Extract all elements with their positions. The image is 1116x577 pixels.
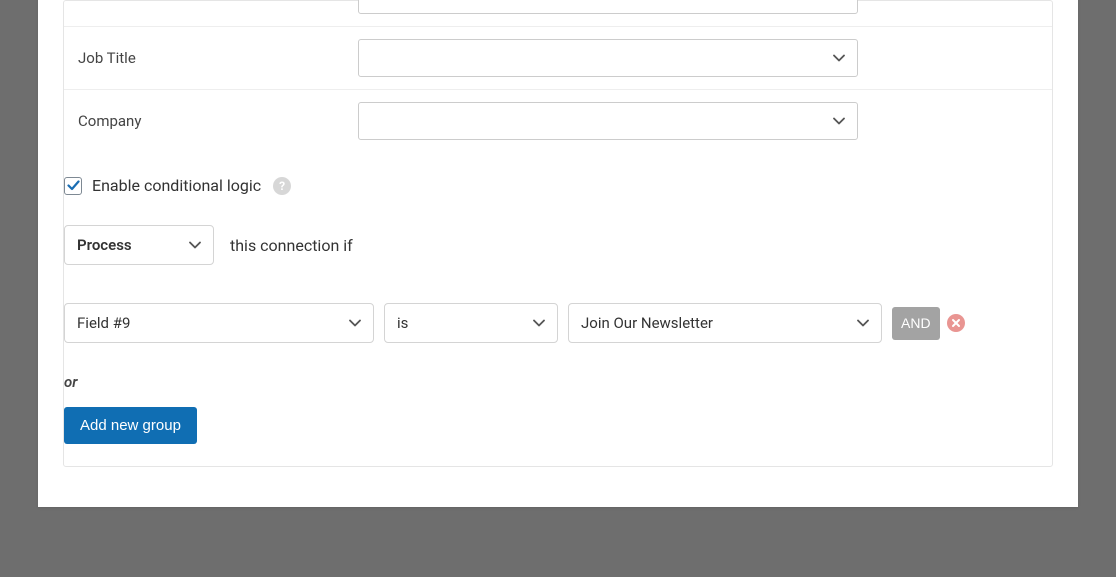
field-row-company: Company <box>64 90 1052 152</box>
rule-field-select[interactable]: Field #9 <box>64 303 374 343</box>
chevron-down-icon <box>833 117 845 125</box>
rule-value-text: Join Our Newsletter <box>581 314 713 332</box>
chevron-down-icon <box>833 54 845 62</box>
field-mapping-table: Website Address Job Title <box>64 0 1052 152</box>
field-label-address: Address <box>78 0 358 4</box>
field-select-address[interactable] <box>358 0 858 14</box>
chevron-down-icon <box>857 319 869 327</box>
field-select-company[interactable] <box>358 102 858 140</box>
chevron-down-icon <box>189 241 201 249</box>
rule-value-select[interactable]: Join Our Newsletter <box>568 303 882 343</box>
add-group-button[interactable]: Add new group <box>64 407 197 444</box>
chevron-down-icon <box>349 319 361 327</box>
field-row-jobtitle: Job Title <box>64 27 1052 90</box>
field-row-address: Address <box>64 0 1052 27</box>
settings-panel: Website Address Job Title <box>63 0 1053 467</box>
remove-rule-button[interactable] <box>947 314 965 332</box>
main-frame: Website Address Job Title <box>38 0 1078 507</box>
process-suffix: this connection if <box>230 236 353 255</box>
rule-operator-value: is <box>397 314 408 332</box>
rule-row: Field #9 is Join Our Newsletter <box>64 303 1052 343</box>
conditional-toggle-row: Enable conditional logic ? <box>64 176 1052 195</box>
field-select-jobtitle[interactable] <box>358 39 858 77</box>
or-separator: or <box>64 373 1052 391</box>
conditional-logic-section: Enable conditional logic ? Process this … <box>64 152 1052 444</box>
field-label-company: Company <box>78 112 358 130</box>
help-icon[interactable]: ? <box>273 177 291 195</box>
conditional-checkbox[interactable] <box>64 177 82 195</box>
action-select-value: Process <box>77 236 132 254</box>
rule-field-value: Field #9 <box>77 314 130 332</box>
action-select[interactable]: Process <box>64 225 214 265</box>
field-label-jobtitle: Job Title <box>78 49 358 67</box>
chevron-down-icon <box>533 319 545 327</box>
conditional-label: Enable conditional logic <box>92 176 261 195</box>
process-row: Process this connection if <box>64 225 1052 265</box>
close-icon <box>951 318 961 328</box>
and-button[interactable]: AND <box>892 307 940 340</box>
rule-operator-select[interactable]: is <box>384 303 558 343</box>
